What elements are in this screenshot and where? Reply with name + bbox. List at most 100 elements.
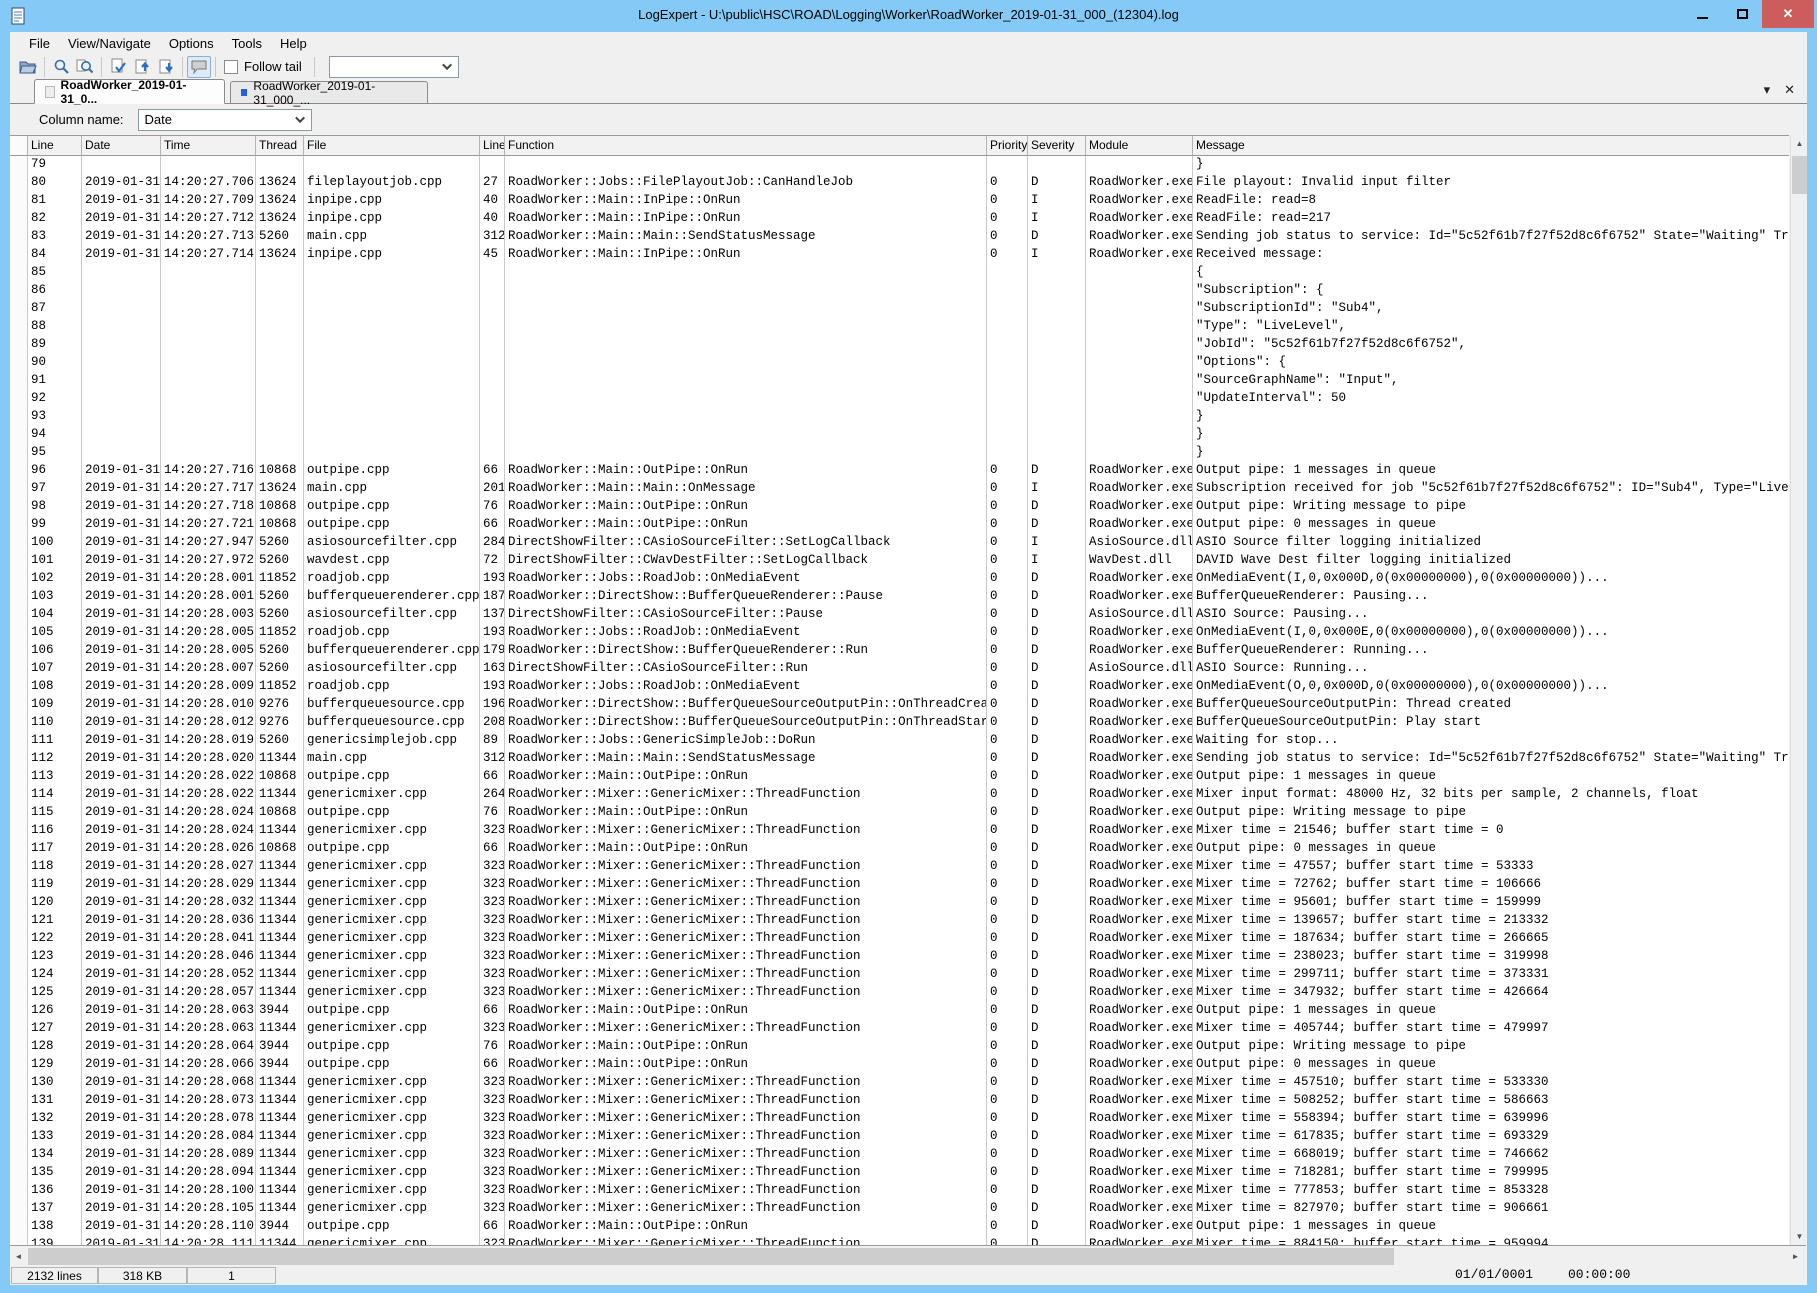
cell-line[interactable]: 132 [28,1110,82,1128]
cell-line[interactable]: 121 [28,912,82,930]
cell-message[interactable]: "UpdateInterval": 50 [1193,390,1789,408]
cell-function[interactable]: RoadWorker::Mixer::GenericMixer::ThreadF… [505,1128,987,1146]
cell-line[interactable]: 133 [28,1128,82,1146]
cell-priority[interactable]: 0 [987,858,1028,876]
table-row[interactable]: 1382019-01-3114:20:28.1103944outpipe.cpp… [10,1218,1789,1236]
cell-file[interactable]: genericmixer.cpp [304,1110,480,1128]
cell-time[interactable]: 14:20:28.057 [161,984,256,1002]
table-row[interactable]: 1182019-01-3114:20:28.02711344genericmix… [10,858,1789,876]
cell-message[interactable]: Output pipe: 0 messages in queue [1193,840,1789,858]
cell-date[interactable]: 2019-01-31 [82,660,161,678]
cell-thread[interactable]: 11344 [256,876,304,894]
cell-message[interactable]: File playout: Invalid input filter [1193,174,1789,192]
tab-list-dropdown[interactable]: ▾ [1764,82,1771,98]
cell-message[interactable]: ASIO Source filter logging initialized [1193,534,1789,552]
cell-date[interactable]: 2019-01-31 [82,498,161,516]
cell-severity[interactable] [1028,318,1086,336]
cell-date[interactable]: 2019-01-31 [82,1110,161,1128]
column-header-message[interactable]: Message [1193,136,1789,155]
column-header-severity[interactable]: Severity [1028,136,1086,155]
cell-thread[interactable]: 3944 [256,1002,304,1020]
cell-priority[interactable]: 0 [987,210,1028,228]
cell-message[interactable]: DAVID Wave Dest filter logging initializ… [1193,552,1789,570]
cell-date[interactable] [82,408,161,426]
cell-severity[interactable] [1028,444,1086,462]
cell-file[interactable] [304,408,480,426]
table-row[interactable]: 1372019-01-3114:20:28.10511344genericmix… [10,1200,1789,1218]
cell-severity[interactable]: D [1028,228,1086,246]
cell-function[interactable] [505,336,987,354]
cell-line[interactable]: 84 [28,246,82,264]
cell-function[interactable]: RoadWorker::Main::OutPipe::OnRun [505,516,987,534]
cell-line[interactable]: 126 [28,1002,82,1020]
cell-message[interactable]: Output pipe: Writing message to pipe [1193,1038,1789,1056]
cell-function[interactable]: RoadWorker::DirectShow::BufferQueueRende… [505,642,987,660]
table-row[interactable]: 1022019-01-3114:20:28.00111852roadjob.cp… [10,570,1789,588]
cell-function[interactable]: RoadWorker::DirectShow::BufferQueueSourc… [505,696,987,714]
cell-line[interactable]: 127 [28,1020,82,1038]
cell-file[interactable]: asiosourcefilter.cpp [304,534,480,552]
cell-function[interactable]: RoadWorker::Mixer::GenericMixer::ThreadF… [505,876,987,894]
cell-function[interactable]: RoadWorker::Mixer::GenericMixer::ThreadF… [505,1200,987,1218]
cell-thread[interactable]: 5260 [256,660,304,678]
menu-help[interactable]: Help [271,34,316,53]
cell-module[interactable]: RoadWorker.exe [1086,804,1193,822]
cell-message[interactable]: "SourceGraphName": "Input", [1193,372,1789,390]
table-row[interactable]: 1062019-01-3114:20:28.0055260bufferqueue… [10,642,1789,660]
cell-function[interactable]: RoadWorker::Main::OutPipe::OnRun [505,1218,987,1236]
cell-date[interactable]: 2019-01-31 [82,984,161,1002]
cell-file[interactable]: outpipe.cpp [304,462,480,480]
cell-line2[interactable] [480,264,505,282]
cell-line2[interactable]: 323 [480,894,505,912]
cell-module[interactable]: RoadWorker.exe [1086,1110,1193,1128]
tab-roadworker-log-1[interactable]: RoadWorker_2019-01-31_0... [34,79,225,104]
cell-module[interactable]: RoadWorker.exe [1086,840,1193,858]
column-header-time[interactable]: Time [161,136,256,155]
cell-thread[interactable]: 10868 [256,768,304,786]
cell-file[interactable] [304,264,480,282]
cell-message[interactable]: } [1193,156,1789,174]
cell-priority[interactable]: 0 [987,930,1028,948]
cell-priority[interactable]: 0 [987,1020,1028,1038]
table-row[interactable]: 1202019-01-3114:20:28.03211344genericmix… [10,894,1789,912]
cell-line[interactable]: 104 [28,606,82,624]
cell-file[interactable]: fileplayoutjob.cpp [304,174,480,192]
cell-line2[interactable]: 193 [480,624,505,642]
cell-priority[interactable]: 0 [987,912,1028,930]
cell-time[interactable]: 14:20:28.029 [161,876,256,894]
cell-function[interactable]: RoadWorker::Main::InPipe::OnRun [505,246,987,264]
cell-function[interactable] [505,426,987,444]
cell-module[interactable]: AsioSource.dll [1086,660,1193,678]
cell-module[interactable]: RoadWorker.exe [1086,714,1193,732]
cell-message[interactable]: Mixer time = 299711; buffer start time =… [1193,966,1789,984]
cell-module[interactable]: RoadWorker.exe [1086,516,1193,534]
cell-date[interactable] [82,444,161,462]
table-row[interactable]: 85{ [10,264,1789,282]
scroll-left-arrow-icon[interactable]: ◄ [10,1248,27,1265]
cell-priority[interactable]: 0 [987,534,1028,552]
cell-priority[interactable]: 0 [987,174,1028,192]
cell-line[interactable]: 96 [28,462,82,480]
table-row[interactable]: 1192019-01-3114:20:28.02911344genericmix… [10,876,1789,894]
cell-function[interactable]: RoadWorker::Mixer::GenericMixer::ThreadF… [505,1020,987,1038]
table-row[interactable]: 86"Subscription": { [10,282,1789,300]
cell-line[interactable]: 131 [28,1092,82,1110]
cell-line2[interactable]: 323 [480,1074,505,1092]
cell-module[interactable]: RoadWorker.exe [1086,894,1193,912]
cell-message[interactable]: Mixer time = 95601; buffer start time = … [1193,894,1789,912]
cell-severity[interactable]: D [1028,1110,1086,1128]
cell-function[interactable]: RoadWorker::Main::OutPipe::OnRun [505,804,987,822]
cell-module[interactable] [1086,300,1193,318]
cell-line2[interactable]: 137 [480,606,505,624]
cell-line[interactable]: 94 [28,426,82,444]
cell-message[interactable]: Output pipe: 0 messages in queue [1193,1056,1789,1074]
cell-function[interactable]: DirectShowFilter::CAsioSourceFilter::Pau… [505,606,987,624]
cell-severity[interactable]: D [1028,984,1086,1002]
cell-thread[interactable]: 11344 [256,1182,304,1200]
cell-message[interactable]: Output pipe: Writing message to pipe [1193,804,1789,822]
table-row[interactable]: 94} [10,426,1789,444]
cell-module[interactable]: RoadWorker.exe [1086,984,1193,1002]
cell-time[interactable]: 14:20:27.972 [161,552,256,570]
cell-line[interactable]: 99 [28,516,82,534]
cell-line2[interactable]: 66 [480,516,505,534]
